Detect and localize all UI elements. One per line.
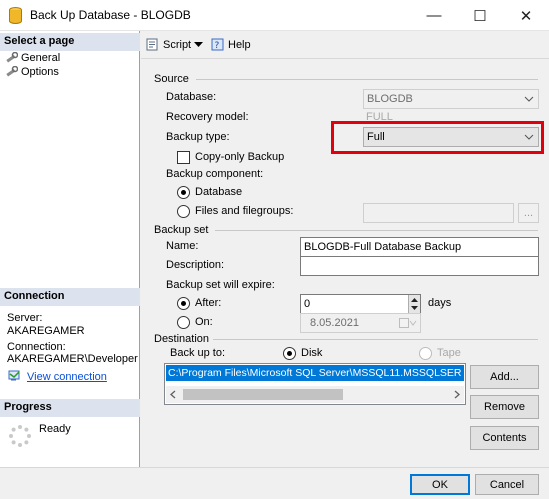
component-files-radio[interactable]: [177, 205, 190, 218]
days-label: days: [428, 297, 452, 309]
close-button[interactable]: ✕: [503, 0, 549, 31]
select-page-header: Select a page: [0, 33, 140, 51]
disk-label: Disk: [301, 347, 323, 359]
copy-only-checkbox[interactable]: [177, 151, 190, 164]
database-value: BLOGDB: [367, 93, 413, 105]
page-options-label: Options: [21, 65, 59, 78]
page-options[interactable]: Options: [5, 64, 59, 79]
expire-date-value: 8.05.2021: [310, 317, 359, 329]
help-button[interactable]: ? Help: [211, 38, 251, 51]
expire-date-picker: 8.05.2021: [300, 313, 421, 333]
wrench-icon: [6, 51, 18, 63]
help-label: Help: [228, 38, 251, 51]
name-label: Name:: [166, 240, 199, 252]
description-label: Description:: [166, 259, 225, 271]
expire-on-label: On:: [195, 316, 213, 328]
scroll-right-icon[interactable]: [453, 390, 461, 399]
destination-path-item[interactable]: C:\Program Files\Microsoft SQL Server\MS…: [166, 365, 464, 381]
back-up-to-label: Back up to:: [170, 347, 226, 359]
destination-list[interactable]: C:\Program Files\Microsoft SQL Server\MS…: [164, 363, 466, 405]
database-select[interactable]: BLOGDB: [363, 89, 539, 109]
recovery-model-value: FULL: [366, 111, 393, 120]
destination-divider: [213, 339, 538, 340]
stepper-buttons[interactable]: [408, 295, 420, 313]
contents-button[interactable]: Contents: [470, 426, 539, 450]
tape-radio: [419, 347, 432, 360]
server-label: Server:: [7, 312, 43, 324]
add-button[interactable]: Add...: [470, 365, 539, 389]
cancel-button[interactable]: Cancel: [475, 474, 539, 495]
script-icon: [146, 38, 158, 51]
chevron-down-icon: [524, 96, 534, 102]
tape-label: Tape: [437, 347, 461, 359]
backup-set-divider: [215, 230, 538, 231]
scrollbar-thumb[interactable]: [183, 389, 343, 400]
close-icon: ✕: [519, 7, 533, 25]
expire-days-value: 0: [304, 298, 311, 310]
footer-divider: [0, 467, 549, 468]
svg-text:?: ?: [215, 41, 220, 51]
chevron-down-icon: [194, 41, 204, 47]
recovery-model-label: Recovery model:: [166, 111, 249, 123]
name-input[interactable]: BLOGDB-Full Database Backup: [300, 237, 539, 257]
progress-status: Ready: [39, 423, 71, 435]
backup-component-label: Backup component:: [166, 168, 264, 180]
toolbar: Script ? Help: [141, 31, 549, 59]
database-icon: [9, 7, 22, 24]
ok-button[interactable]: OK: [410, 474, 470, 495]
backup-set-section-title: Backup set: [154, 224, 209, 236]
spin-arrows-icon: [411, 298, 418, 310]
description-input[interactable]: [300, 256, 539, 276]
progress-header: Progress: [0, 399, 140, 417]
minimize-button[interactable]: —: [411, 0, 457, 31]
destination-section-title: Destination: [154, 333, 210, 345]
database-label: Database:: [166, 91, 217, 103]
view-connection-link[interactable]: View connection: [27, 371, 107, 383]
page-general-label: General: [21, 51, 61, 64]
source-section-title: Source: [154, 73, 189, 85]
minimize-icon: —: [426, 7, 442, 24]
connection-properties-icon: [8, 370, 20, 381]
script-button[interactable]: Script: [146, 38, 204, 51]
window-title: Back Up Database - BLOGDB: [30, 8, 191, 22]
title-bar: Back Up Database - BLOGDB — ☐ ✕: [0, 0, 549, 31]
filegroups-browse-button: ...: [518, 203, 539, 223]
connection-header: Connection: [0, 288, 140, 306]
help-icon: ?: [211, 38, 224, 51]
backup-type-label: Backup type:: [166, 131, 230, 143]
source-divider: [196, 79, 538, 80]
left-pane: Select a page General Options Connection…: [0, 31, 140, 467]
filegroups-field: [363, 203, 514, 223]
copy-only-label: Copy-only Backup: [195, 151, 285, 163]
scroll-left-icon[interactable]: [169, 390, 177, 399]
expire-after-label: After:: [195, 297, 222, 309]
remove-button[interactable]: Remove: [470, 395, 539, 419]
disk-radio[interactable]: [283, 347, 296, 360]
script-label: Script: [163, 38, 192, 51]
calendar-dropdown-icon: [399, 318, 417, 328]
horizontal-scrollbar[interactable]: [166, 386, 464, 403]
expire-label: Backup set will expire:: [166, 279, 275, 291]
maximize-button[interactable]: ☐: [457, 0, 503, 31]
expire-days-stepper[interactable]: 0: [300, 294, 421, 314]
component-database-radio[interactable]: [177, 186, 190, 199]
wrench-icon: [6, 65, 18, 77]
component-files-label: Files and filegroups:: [195, 205, 294, 217]
expire-after-radio[interactable]: [177, 297, 190, 310]
server-value: AKAREGAMER: [7, 325, 85, 337]
connection-value: AKAREGAMER\Developer: [7, 353, 138, 365]
component-database-label: Database: [195, 186, 243, 198]
progress-spinner-icon: [9, 425, 31, 447]
page-general[interactable]: General: [5, 50, 60, 65]
maximize-icon: ☐: [473, 7, 487, 25]
name-value: BLOGDB-Full Database Backup: [304, 241, 462, 253]
expire-on-radio[interactable]: [177, 316, 190, 329]
highlight-box: [331, 121, 544, 154]
connection-label: Connection:: [7, 341, 66, 353]
